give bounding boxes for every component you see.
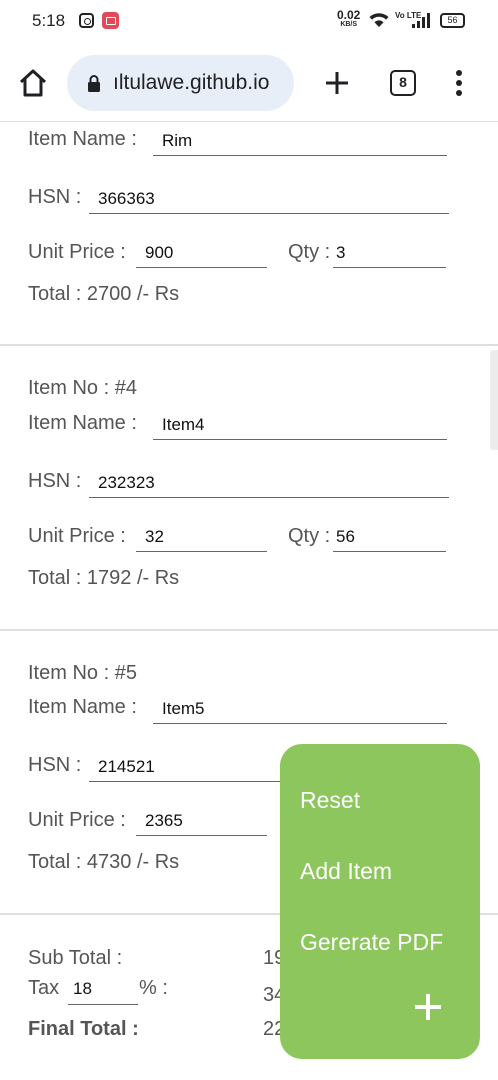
item3-total: Total : 2700 /- Rs bbox=[28, 283, 180, 305]
network-speed: 0.02 KB/S bbox=[337, 8, 361, 29]
item4-qty-input[interactable]: 56 bbox=[333, 522, 446, 552]
item4-qty-label: Qty : bbox=[288, 525, 331, 547]
item5-hsn-label: HSN : bbox=[28, 754, 82, 776]
browser-toolbar: ıltulawe.github.io 8 bbox=[0, 44, 498, 122]
item3-qty-label: Qty : bbox=[288, 241, 331, 263]
item3-hsn-label: HSN : bbox=[28, 186, 82, 208]
item4-hsn-label: HSN : bbox=[28, 470, 82, 492]
wifi-icon bbox=[369, 13, 389, 27]
item5-name-label: Item Name : bbox=[28, 696, 137, 718]
item3-name-input[interactable]: Rim bbox=[153, 126, 447, 156]
network-speed-unit: KB/S bbox=[340, 21, 358, 28]
battery-icon: 56 bbox=[440, 13, 465, 28]
item4-price-label: Unit Price : bbox=[28, 525, 126, 547]
home-icon[interactable] bbox=[18, 68, 48, 98]
item4-hsn-input[interactable]: 232323 bbox=[89, 468, 449, 498]
item5-number: Item No : #5 bbox=[28, 662, 137, 684]
item4-name-label: Item Name : bbox=[28, 412, 137, 434]
item3-price-label: Unit Price : bbox=[28, 241, 126, 263]
item3-name-label: Item Name : bbox=[28, 128, 137, 150]
lock-icon bbox=[88, 75, 100, 92]
item5-price-input[interactable]: 2365 bbox=[136, 806, 267, 836]
final-total-label: Final Total : bbox=[28, 1018, 139, 1040]
tabs-icon[interactable]: 8 bbox=[390, 70, 416, 96]
plus-icon[interactable] bbox=[413, 992, 443, 1022]
item3-price-input[interactable]: 900 bbox=[136, 238, 267, 268]
tax-percent-sign: % : bbox=[139, 977, 168, 999]
reset-button[interactable]: Reset bbox=[300, 787, 360, 814]
plus-icon[interactable] bbox=[322, 68, 352, 98]
fab-menu: Reset Add Item Gererate PDF bbox=[280, 744, 480, 1059]
item5-name-input[interactable]: Item5 bbox=[153, 694, 447, 724]
add-item-button[interactable]: Add Item bbox=[300, 858, 392, 885]
scrollbar[interactable] bbox=[490, 350, 498, 450]
generate-pdf-button[interactable]: Gererate PDF bbox=[300, 929, 443, 956]
item-divider bbox=[0, 629, 498, 631]
subtotal-label: Sub Total : bbox=[28, 947, 123, 969]
item4-number: Item No : #4 bbox=[28, 377, 137, 399]
item3-hsn-input[interactable]: 366363 bbox=[89, 184, 449, 214]
network-speed-value: 0.02 bbox=[337, 8, 361, 22]
item4-name-input[interactable]: Item4 bbox=[153, 410, 447, 440]
address-bar[interactable]: ıltulawe.github.io bbox=[67, 55, 294, 111]
item5-total: Total : 4730 /- Rs bbox=[28, 851, 180, 873]
item4-price-input[interactable]: 32 bbox=[136, 522, 267, 552]
url-text: ıltulawe.github.io bbox=[113, 71, 270, 94]
status-time: 5:18 bbox=[32, 11, 66, 30]
tax-label: Tax bbox=[28, 977, 60, 999]
status-bar: 5:18 0.02 KB/S Vo LTE 56 bbox=[0, 0, 498, 44]
item5-price-label: Unit Price : bbox=[28, 809, 126, 831]
instagram-icon bbox=[79, 13, 94, 28]
item-divider bbox=[0, 344, 498, 346]
tax-percent-input[interactable]: 18 bbox=[68, 974, 138, 1005]
screen-record-icon bbox=[102, 12, 119, 29]
signal-icon bbox=[412, 13, 430, 28]
overflow-menu-icon[interactable] bbox=[450, 68, 468, 98]
item4-total: Total : 1792 /- Rs bbox=[28, 567, 180, 589]
item3-qty-input[interactable]: 3 bbox=[333, 238, 446, 268]
